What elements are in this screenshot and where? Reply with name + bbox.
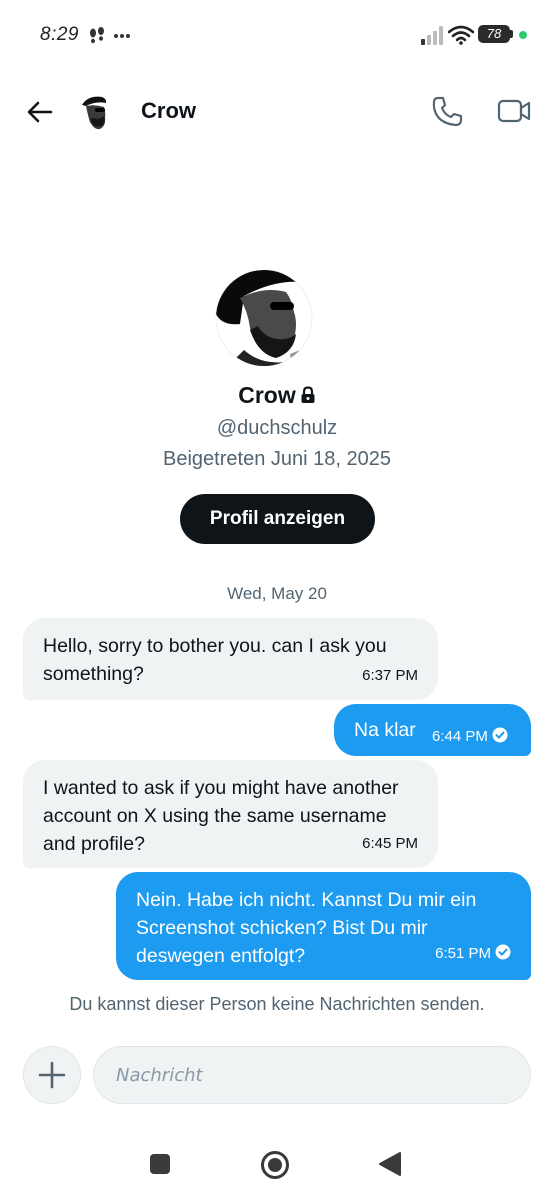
message-bubble-outgoing[interactable]: Nein. Habe ich nicht. Kannst Du mir ein … <box>116 872 531 980</box>
message-time: 6:51 PM <box>435 945 491 962</box>
message-time-status: 6:51 PM <box>435 940 511 968</box>
cannot-message-notice: Du kannst dieser Person keine Nachrichte… <box>69 994 485 1014</box>
view-profile-button[interactable]: Profil anzeigen <box>180 494 375 544</box>
signal-icon <box>421 26 443 45</box>
profile-avatar[interactable] <box>214 254 314 370</box>
back-nav-button[interactable] <box>378 1151 402 1177</box>
back-arrow-icon[interactable] <box>24 96 56 128</box>
message-time: 6:44 PM <box>432 728 488 745</box>
message-bubble-incoming[interactable]: I wanted to ask if you might have anothe… <box>23 760 438 868</box>
header-name[interactable]: Crow <box>141 98 196 124</box>
message-bubble-incoming[interactable]: Hello, sorry to bother you. can I ask yo… <box>23 618 438 700</box>
plus-icon <box>38 1061 66 1089</box>
conversation-header: Crow <box>0 80 554 144</box>
read-check-icon <box>495 944 511 960</box>
phone-icon[interactable] <box>430 94 464 128</box>
battery-nub <box>510 30 513 38</box>
message-input[interactable] <box>93 1046 531 1104</box>
battery-indicator: 78 <box>478 25 510 43</box>
message-time: 6:37 PM <box>362 667 418 684</box>
profile-handle: @duchschulz <box>216 417 338 439</box>
message-time-status: 6:44 PM <box>432 723 508 751</box>
message-text: Na klar <box>354 719 416 741</box>
status-time: 8:29 <box>40 24 79 45</box>
add-attachment-button[interactable] <box>23 1046 81 1104</box>
profile-name-text: Crow <box>238 382 296 408</box>
status-bar: 8:29 78 <box>0 0 554 70</box>
lock-icon <box>301 386 315 403</box>
recent-apps-button[interactable] <box>150 1154 170 1174</box>
wifi-icon <box>448 25 474 45</box>
home-button[interactable] <box>260 1150 290 1180</box>
video-call-icon[interactable] <box>496 95 532 127</box>
profile-joined-date: Beigetreten Juni 18, 2025 <box>163 448 391 470</box>
message-time: 6:45 PM <box>362 835 418 852</box>
footsteps-icon <box>90 27 104 44</box>
header-avatar[interactable] <box>76 92 116 132</box>
avatar-image <box>215 269 313 367</box>
avatar-image <box>76 92 116 132</box>
charging-dot <box>519 31 527 39</box>
read-check-icon <box>492 727 508 743</box>
more-dots-icon <box>114 34 130 38</box>
message-bubble-outgoing[interactable]: Na klar 6:44 PM <box>334 704 531 756</box>
date-separator: Wed, May 20 <box>227 584 327 603</box>
profile-name: Crow <box>0 382 554 409</box>
